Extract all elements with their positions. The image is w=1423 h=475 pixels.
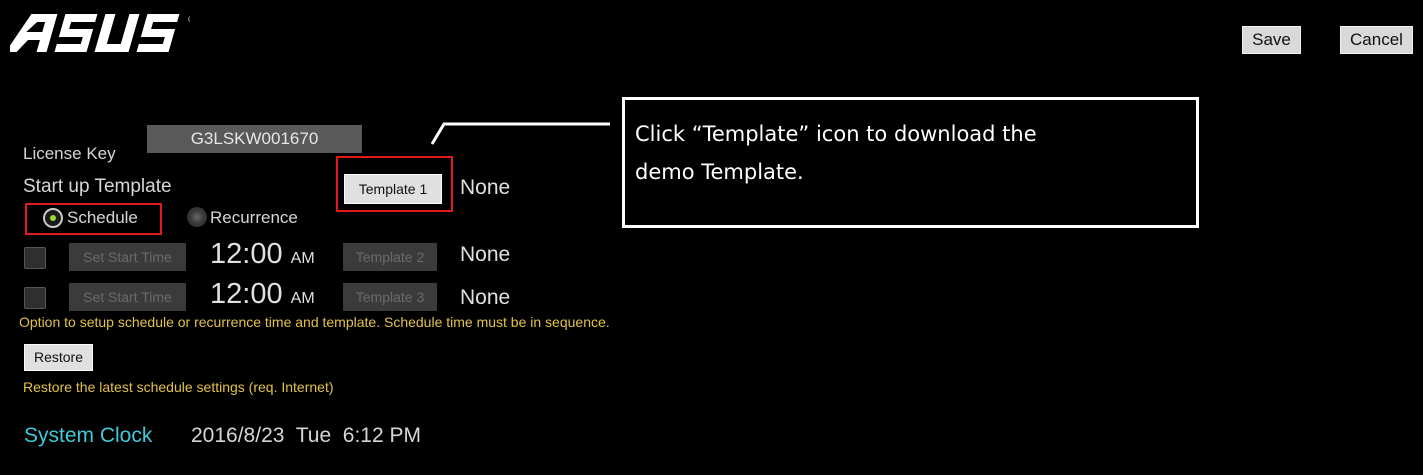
start-time-2: 12:00 AM: [210, 278, 315, 311]
system-clock-label: System Clock: [24, 424, 153, 447]
license-key-label: License Key: [23, 144, 116, 163]
svg-text:®: ®: [188, 15, 190, 24]
recurrence-radio-label[interactable]: Recurrence: [210, 208, 298, 228]
restore-button[interactable]: Restore: [24, 344, 93, 371]
save-button[interactable]: Save: [1242, 26, 1301, 54]
start-time-1-ampm: AM: [290, 250, 315, 267]
start-time-1: 12:00 AM: [210, 238, 315, 271]
set-start-time-2-button[interactable]: Set Start Time: [69, 283, 186, 311]
schedule-row-2-checkbox[interactable]: [24, 287, 46, 309]
asus-logo: ®: [10, 14, 190, 52]
callout-line-2: demo Template.: [635, 160, 804, 184]
schedule-row-1-checkbox[interactable]: [24, 247, 46, 269]
recurrence-radio-icon[interactable]: [187, 207, 207, 227]
template-3-button[interactable]: Template 3: [343, 283, 437, 311]
schedule-radio-icon[interactable]: [43, 208, 63, 228]
template-1-button[interactable]: Template 1: [344, 174, 442, 204]
tutorial-callout: Click “Template” icon to download the de…: [622, 97, 1199, 228]
schedule-hint-text: Option to setup schedule or recurrence t…: [19, 314, 610, 330]
license-key-field[interactable]: G3LSKW001670: [147, 125, 362, 153]
callout-connector-line: [430, 122, 610, 145]
set-start-time-1-button[interactable]: Set Start Time: [69, 243, 186, 271]
startup-template-value: None: [460, 176, 511, 199]
startup-template-label: Start up Template: [23, 176, 172, 197]
callout-line-1: Click “Template” icon to download the: [635, 122, 1037, 146]
start-time-2-ampm: AM: [290, 290, 315, 307]
template-3-value: None: [460, 286, 511, 309]
cancel-button[interactable]: Cancel: [1340, 26, 1413, 54]
start-time-2-value: 12:00: [210, 278, 283, 310]
restore-hint-text: Restore the latest schedule settings (re…: [23, 379, 334, 395]
template-2-button[interactable]: Template 2: [343, 243, 437, 271]
template-2-value: None: [460, 243, 511, 266]
schedule-radio-label[interactable]: Schedule: [67, 208, 138, 228]
system-clock-value: 2016/8/23 Tue 6:12 PM: [191, 424, 421, 447]
start-time-1-value: 12:00: [210, 238, 283, 270]
